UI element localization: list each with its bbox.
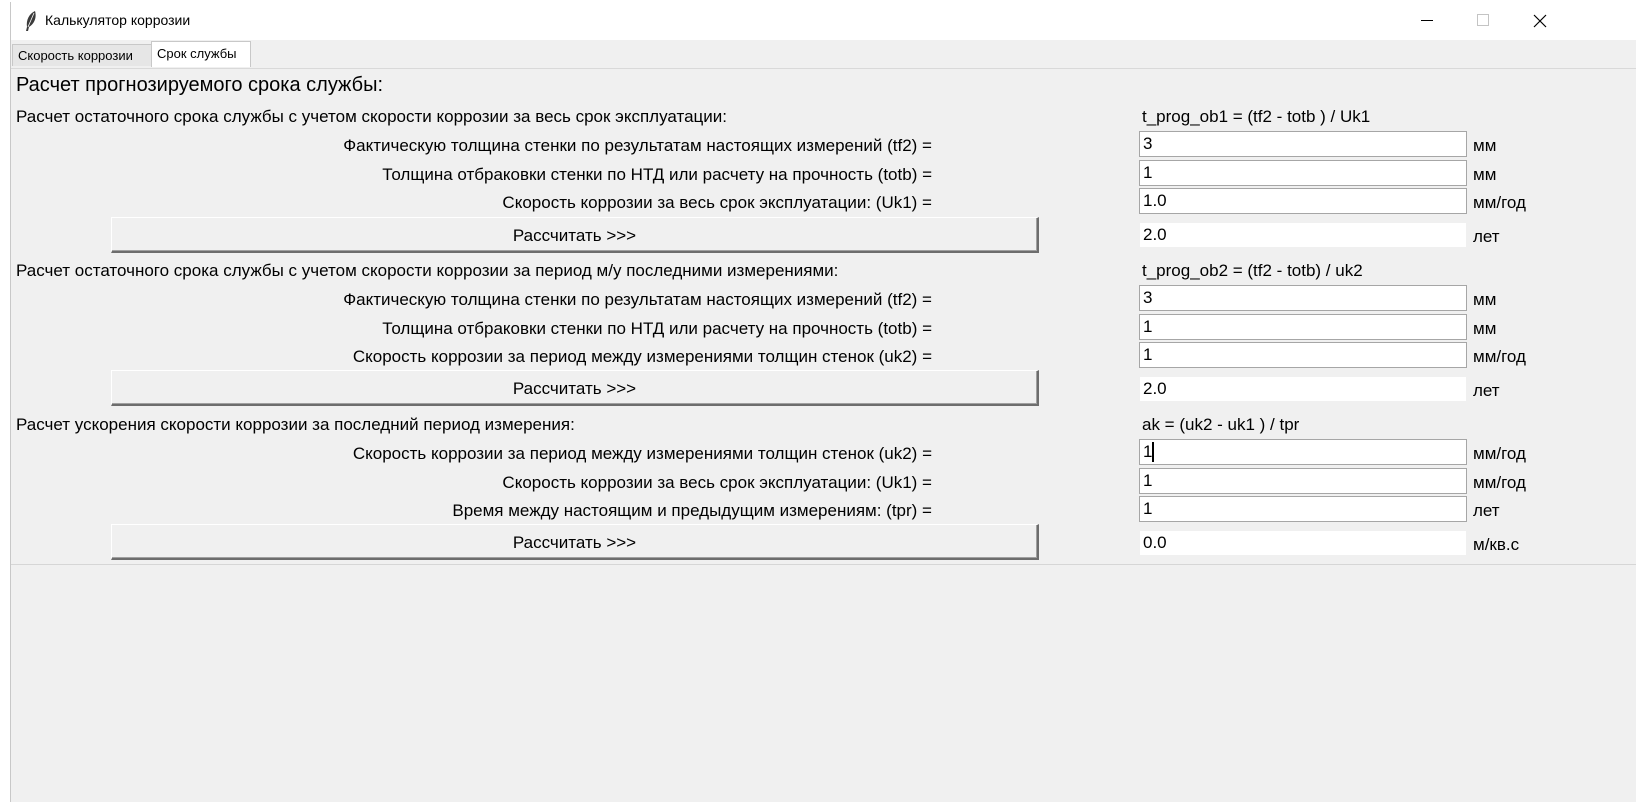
uk2-input-3[interactable]	[1139, 439, 1467, 465]
text-caret	[1152, 442, 1154, 462]
totb-unit-2: мм	[1473, 319, 1497, 338]
section2-title: Расчет остаточного срока службы с учетом…	[16, 261, 839, 280]
uk1-label-3: Скорость коррозии за весь срок эксплуата…	[502, 473, 932, 492]
maximize-icon	[1477, 14, 1489, 26]
page-title: Расчет прогнозируемого срока службы:	[16, 74, 384, 96]
tab-corrosion-rate[interactable]: Скорость коррозии	[12, 44, 152, 66]
calculate-button-1[interactable]: Рассчитать >>>	[111, 217, 1039, 253]
tf2-label: Фактическую толщина стенки по результата…	[343, 136, 932, 155]
window-title: Калькулятор коррозии	[45, 12, 191, 28]
tpr-input[interactable]	[1139, 496, 1467, 522]
tpr-unit: лет	[1473, 501, 1500, 520]
result1-unit: лет	[1473, 227, 1500, 246]
result2-unit: лет	[1473, 381, 1500, 400]
section2-formula: t_prog_ob2 = (tf2 - totb) / uk2	[1142, 261, 1363, 280]
app-window: Калькулятор коррозии Скорость коррозии С…	[10, 2, 1636, 802]
calculate-button-3[interactable]: Рассчитать >>>	[111, 524, 1039, 560]
totb-unit: мм	[1473, 165, 1497, 184]
tab-bar: Скорость коррозии Срок службы	[11, 40, 1636, 69]
maximize-button[interactable]	[1455, 2, 1511, 40]
service-life-panel: Расчет прогнозируемого срока службы: Рас…	[11, 68, 1636, 565]
section3-formula: ak = (uk2 - uk1 ) / tpr	[1142, 415, 1300, 434]
uk1-unit-3: мм/год	[1473, 473, 1526, 492]
section3-title: Расчет ускорения скорости коррозии за по…	[16, 415, 575, 434]
uk1-input-3[interactable]	[1139, 468, 1467, 494]
uk2-unit: мм/год	[1473, 347, 1526, 366]
uk2-unit-3: мм/год	[1473, 444, 1526, 463]
result3-unit: м/кв.с	[1473, 535, 1520, 554]
calculate-button-2[interactable]: Рассчитать >>>	[111, 370, 1039, 406]
minimize-icon	[1421, 20, 1433, 21]
tab-service-life[interactable]: Срок службы	[151, 41, 251, 67]
tpr-label: Время между настоящим и предыдущим измер…	[452, 501, 932, 520]
section1-formula: t_prog_ob1 = (tf2 - totb ) / Uk1	[1142, 107, 1371, 126]
totb-label: Толщина отбраковки стенки по НТД или рас…	[382, 165, 932, 184]
close-button[interactable]	[1511, 2, 1567, 40]
section1-title: Расчет остаточного срока службы с учетом…	[16, 107, 727, 126]
result1-field[interactable]	[1139, 222, 1467, 248]
uk1-unit: мм/год	[1473, 193, 1526, 212]
totb-input[interactable]	[1139, 160, 1467, 186]
uk2-label-3: Скорость коррозии за период между измере…	[352, 444, 932, 463]
tf2-input-2[interactable]	[1139, 285, 1467, 311]
tf2-input[interactable]	[1139, 131, 1467, 157]
tf2-unit-2: мм	[1473, 290, 1497, 309]
feather-icon	[23, 10, 39, 32]
totb-label-2: Толщина отбраковки стенки по НТД или рас…	[382, 319, 932, 338]
totb-input-2[interactable]	[1139, 314, 1467, 340]
uk2-input[interactable]	[1139, 342, 1467, 368]
result2-field[interactable]	[1139, 376, 1467, 402]
result3-field[interactable]	[1139, 530, 1467, 556]
close-icon	[1533, 14, 1547, 28]
uk2-label: Скорость коррозии за период между измере…	[352, 347, 932, 366]
tf2-unit: мм	[1473, 136, 1497, 155]
title-bar[interactable]: Калькулятор коррозии	[11, 2, 1636, 40]
uk1-input[interactable]	[1139, 188, 1467, 214]
uk1-label: Скорость коррозии за весь срок эксплуата…	[502, 193, 932, 212]
minimize-button[interactable]	[1399, 2, 1455, 40]
tf2-label-2: Фактическую толщина стенки по результата…	[343, 290, 932, 309]
